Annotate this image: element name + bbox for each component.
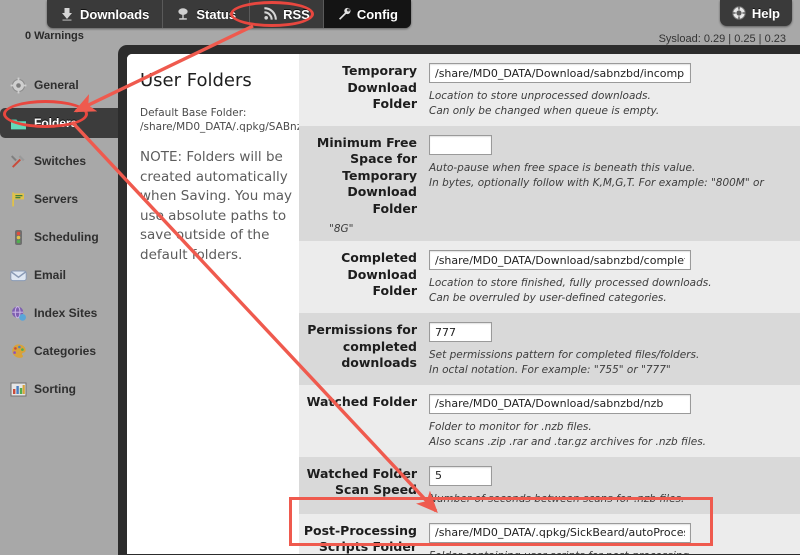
minimum-free-space-for-temporary-download-folder-field: Auto-pause when free space is beneath th… [427, 134, 800, 218]
sidebar-item-label: Categories [34, 344, 97, 358]
temporary-download-folder-row: Temporary Download Folder Location to sto… [299, 54, 800, 126]
folders-note: NOTE: Folders will be created automatica… [140, 149, 293, 263]
sidebar-item-scheduling[interactable]: Scheduling [0, 222, 118, 252]
palette-icon [12, 343, 26, 358]
traffic-light-icon-wrap [10, 229, 27, 246]
temporary-download-folder-label: Temporary Download Folder [342, 63, 417, 111]
watched-folder-scan-speed-input[interactable] [429, 465, 492, 486]
tools-icon [11, 154, 25, 168]
rss-icon [264, 7, 277, 20]
sidebar-item-label: Scheduling [34, 230, 99, 244]
watched-folder-hint: Folder to monitor for .nzb files. Also sc… [429, 420, 706, 448]
sidebar-item-folders[interactable]: Folders [0, 108, 118, 138]
flag-icon-wrap [10, 191, 27, 208]
sidebar-item-switches[interactable]: Switches [0, 146, 118, 176]
sidebar-item-label: Sorting [34, 382, 76, 396]
nav-tab-label: Downloads [80, 6, 150, 22]
minimum-free-space-for-temporary-download-folder-hint-continuation: "8G" [329, 223, 354, 236]
envelope-icon [10, 270, 27, 281]
warnings-count[interactable]: 0 Warnings [25, 30, 84, 42]
help-label: Help [751, 5, 780, 21]
completed-download-folder-row: Completed Download Folder Location to sto… [299, 241, 800, 314]
sysload-status: Sysload: 0.29 | 0.25 | 0.23 [658, 33, 786, 45]
config-panel: User Folders Default Base Folder: /share… [127, 54, 800, 554]
minimum-free-space-for-temporary-download-folder-row: Minimum Free Space for Temporary Downloa… [299, 125, 800, 242]
permissions-for-completed-downloads-label: Permissions for completed downloads [307, 322, 417, 371]
nav-tab-config[interactable]: Config [323, 0, 411, 28]
flag-icon [12, 191, 24, 206]
globe-icon [12, 305, 26, 321]
post-processing-scripts-folder-input[interactable] [429, 522, 691, 543]
sidebar-item-label: Email [34, 268, 67, 282]
watched-folder-scan-speed-row: Watched Folder Scan Speed Number of secon… [299, 456, 800, 514]
permissions-for-completed-downloads-row: Permissions for completed downloads Set p… [299, 313, 800, 385]
permissions-for-completed-downloads-field: Set permissions pattern for completed fi… [427, 322, 800, 378]
post-processing-scripts-folder-label: Post-Processing Scripts Folder [303, 522, 417, 554]
globe-icon-wrap [10, 305, 27, 322]
minimum-free-space-for-temporary-download-folder-hint: Auto-pause when free space is beneath th… [429, 161, 764, 189]
sidebar-item-email[interactable]: Email [0, 260, 118, 290]
chart-icon [10, 382, 27, 396]
panel-info-column: User Folders Default Base Folder: /share… [127, 54, 375, 554]
sidebar-item-label: Servers [34, 192, 79, 206]
envelope-icon-wrap [10, 267, 27, 284]
traffic-light-icon [15, 229, 22, 245]
temporary-download-folder-input[interactable] [429, 63, 691, 83]
sidebar-item-index-sites[interactable]: Index Sites [0, 298, 118, 328]
base-folder-path: /share/MD0_DATA/.qpkg/SABnzbdplus/Config [140, 121, 375, 133]
minimum-free-space-for-temporary-download-folder-label: Minimum Free Space for Temporary Downloa… [316, 134, 417, 216]
post-processing-scripts-folder-hint: Folder containing user scripts for post-… [429, 549, 800, 554]
sidebar-item-label: Switches [34, 154, 87, 168]
sidebar-item-label: General [34, 78, 79, 92]
sidebar-item-categories[interactable]: Categories [0, 336, 118, 366]
nav-tab-downloads[interactable]: Downloads [47, 0, 164, 28]
nav-tab-rss[interactable]: RSS [250, 0, 324, 28]
folder-icon [11, 119, 26, 129]
sidebar-item-label: Index Sites [34, 306, 98, 320]
sidebar-item-sorting[interactable]: Sorting [0, 374, 118, 404]
base-folder-label: Default Base Folder: [140, 107, 247, 119]
palette-icon-wrap [10, 343, 27, 360]
chart-icon-wrap [10, 381, 27, 398]
permissions-for-completed-downloads-input[interactable] [429, 322, 492, 343]
minimum-free-space-for-temporary-download-folder-input[interactable] [429, 134, 492, 155]
temporary-download-folder-field: Location to store unprocessed downloads.… [427, 63, 800, 119]
completed-download-folder-input[interactable] [429, 250, 691, 271]
nav-tab-status[interactable]: Status [163, 0, 251, 28]
watched-folder-scan-speed-field: Number of seconds between scans for .nzb… [427, 465, 800, 507]
folder-icon-wrap [10, 115, 27, 132]
nav-tab-label: RSS [283, 6, 310, 22]
content-frame: User Folders Default Base Folder: /share… [118, 45, 800, 555]
watched-folder-input[interactable] [429, 393, 691, 414]
gear-icon-wrap [10, 77, 27, 94]
tools-icon-wrap [10, 153, 27, 170]
help-button[interactable]: Help [719, 0, 792, 26]
watched-folder-label: Watched Folder [306, 393, 417, 409]
config-sidebar: General Folders Switches Servers Scheduling E… [0, 56, 118, 548]
completed-download-folder-label: Completed Download Folder [341, 250, 417, 299]
nav-tab-label: Status [196, 6, 237, 22]
watched-folder-field: Folder to monitor for .nzb files.Also sc… [427, 393, 800, 450]
completed-download-folder-hint: Location to store finished, fully proces… [429, 277, 712, 305]
watched-folder-scan-speed-hint: Number of seconds between scans for .nzb… [429, 492, 685, 505]
temporary-download-folder-hint: Location to store unprocessed downloads.… [429, 90, 660, 117]
download-icon [62, 8, 72, 21]
wrench-icon [338, 7, 351, 20]
nav-tab-label: Config [356, 6, 398, 22]
main-nav: Downloads Status RSS Config [47, 0, 411, 28]
top-bar: Downloads Status RSS Config Help [0, 0, 800, 28]
folders-form: Temporary Download Folder Location to sto… [299, 54, 800, 554]
post-processing-scripts-folder-field: Folder containing user scripts for post-… [427, 522, 800, 554]
page-title: User Folders [140, 70, 252, 91]
status-icon [178, 8, 188, 20]
sidebar-item-general[interactable]: General [0, 70, 118, 100]
gear-icon [10, 77, 27, 93]
lifering-icon [732, 6, 746, 20]
sidebar-item-servers[interactable]: Servers [0, 184, 118, 214]
completed-download-folder-field: Location to store finished, fully proces… [427, 250, 800, 306]
sidebar-item-label: Folders [34, 116, 78, 130]
watched-folder-scan-speed-label: Watched Folder Scan Speed [306, 465, 417, 498]
permissions-for-completed-downloads-hint: Set permissions pattern for completed fi… [429, 349, 700, 377]
watched-folder-row: Watched Folder Folder to monitor for .nzb… [299, 384, 800, 457]
